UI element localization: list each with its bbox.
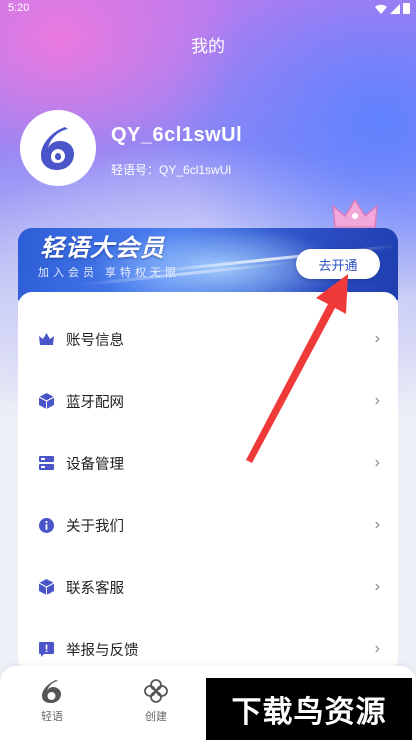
tab-label: 轻语 bbox=[41, 711, 63, 723]
chevron-right-icon: › bbox=[374, 454, 380, 471]
menu-item-label: 联系客服 bbox=[66, 580, 124, 597]
chevron-right-icon: › bbox=[374, 516, 380, 533]
menu-item-about-us[interactable]: 关于我们 › bbox=[18, 494, 398, 556]
info-icon bbox=[38, 517, 54, 533]
menu-item-account-info[interactable]: 账号信息 › bbox=[18, 308, 398, 370]
battery-icon bbox=[403, 3, 410, 14]
vip-activate-button[interactable]: 去开通 bbox=[296, 249, 380, 279]
flower-icon bbox=[144, 679, 168, 703]
chevron-right-icon: › bbox=[374, 578, 380, 595]
crown-icon bbox=[38, 331, 54, 347]
avatar[interactable] bbox=[20, 110, 96, 186]
user-id-label: 轻语号： bbox=[111, 163, 160, 177]
user-id-value: QY_6cl1swUl bbox=[159, 163, 232, 177]
server-icon bbox=[38, 455, 54, 471]
menu-item-label: 举报与反馈 bbox=[66, 642, 139, 659]
watermark: 下载鸟资源 bbox=[206, 678, 412, 740]
menu-item-label: 蓝牙配网 bbox=[66, 394, 124, 411]
menu-item-contact-support[interactable]: 联系客服 › bbox=[18, 556, 398, 618]
chevron-right-icon: › bbox=[374, 640, 380, 657]
menu-item-bluetooth[interactable]: 蓝牙配网 › bbox=[18, 370, 398, 432]
username: QY_6cl1swUl bbox=[111, 124, 243, 146]
menu-item-label: 关于我们 bbox=[66, 518, 124, 535]
status-icons bbox=[375, 3, 410, 14]
menu-item-label: 账号信息 bbox=[66, 332, 124, 349]
app-logo-icon bbox=[42, 680, 61, 703]
tab-create[interactable]: 创建 bbox=[126, 678, 186, 724]
chevron-right-icon: › bbox=[374, 392, 380, 409]
vip-banner[interactable]: 轻语大会员 加入会员 享特权无限 去开通 bbox=[18, 228, 398, 300]
box-icon bbox=[38, 579, 54, 595]
chevron-right-icon: › bbox=[374, 330, 380, 347]
vip-title: 轻语大会员 bbox=[40, 235, 165, 262]
menu-item-device-management[interactable]: 设备管理 › bbox=[18, 432, 398, 494]
signal-icon bbox=[390, 3, 400, 14]
tab-qingyu[interactable]: 轻语 bbox=[22, 678, 82, 724]
app-logo-icon bbox=[41, 127, 74, 170]
status-bar: 5:20 bbox=[0, 0, 416, 18]
status-time: 5:20 bbox=[8, 2, 30, 14]
cube-icon bbox=[38, 393, 54, 409]
page-title: 我的 bbox=[191, 37, 225, 56]
vip-subtitle: 加入会员 享特权无限 bbox=[38, 267, 181, 279]
menu-item-label: 设备管理 bbox=[66, 456, 124, 473]
wifi-icon bbox=[375, 4, 387, 14]
report-icon bbox=[38, 641, 54, 657]
menu-card: 账号信息 › 蓝牙配网 › 设备管理 › 关于我们 › 联系客服 › 举报与反馈 bbox=[18, 292, 398, 672]
tab-label: 创建 bbox=[145, 711, 167, 723]
user-id-row: 轻语号：QY_6cl1swUl bbox=[111, 161, 231, 178]
